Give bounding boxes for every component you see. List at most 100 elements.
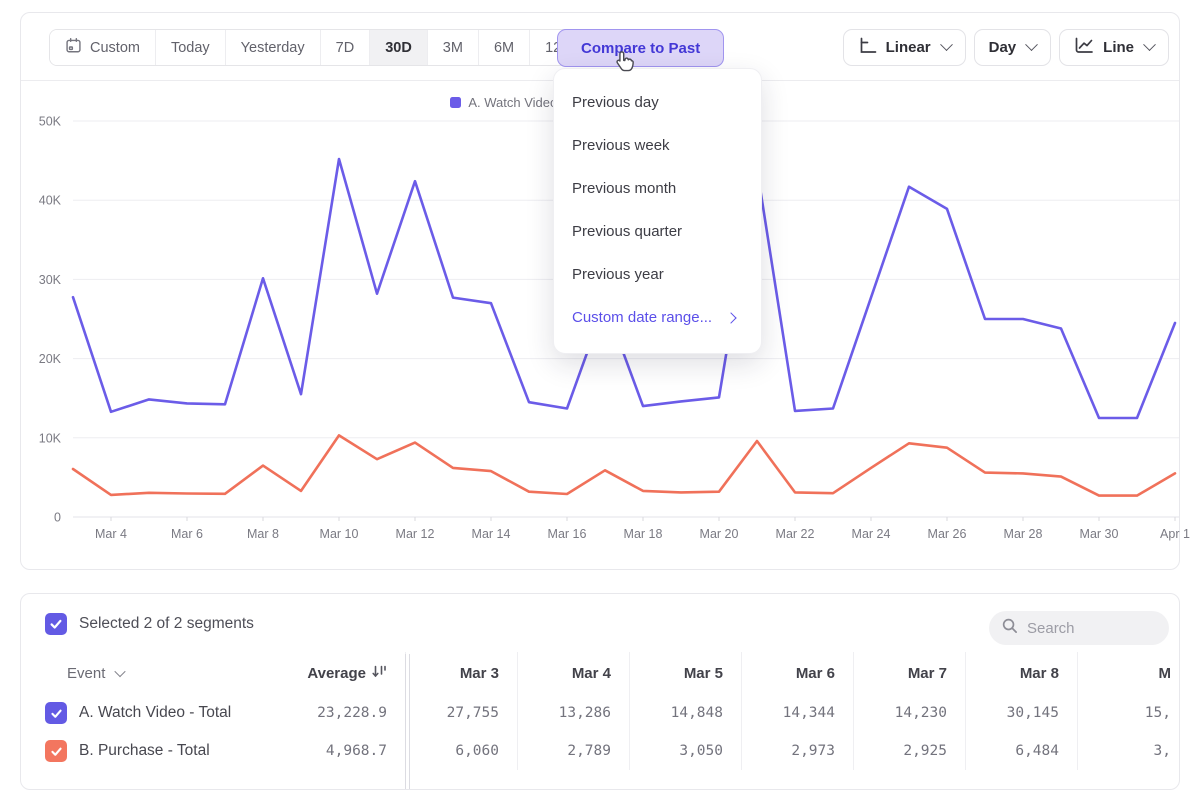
cell-value: 14,344 xyxy=(783,705,835,721)
svg-text:Mar 4: Mar 4 xyxy=(95,527,127,541)
range-option-custom[interactable]: Custom xyxy=(50,30,156,65)
value-cell: 2,973 xyxy=(741,732,853,770)
compare-to-past-button[interactable]: Compare to Past xyxy=(557,29,724,67)
value-cell: 14,230 xyxy=(853,694,965,732)
chevron-down-icon xyxy=(115,666,126,677)
column-header-date[interactable]: Mar 8 xyxy=(965,652,1077,694)
range-option-6m[interactable]: 6M xyxy=(479,30,530,65)
svg-text:Mar 6: Mar 6 xyxy=(171,527,203,541)
range-option-label: Today xyxy=(171,40,210,56)
cell-value: 6,060 xyxy=(455,743,499,759)
column-header-label: Mar 8 xyxy=(1020,665,1059,682)
column-header-label: M xyxy=(1159,665,1172,682)
linear-axis-icon xyxy=(858,37,877,58)
scale-select-button[interactable]: Linear xyxy=(843,29,966,66)
chart-type-label: Line xyxy=(1103,39,1134,56)
column-header-label: Mar 4 xyxy=(572,665,611,682)
range-option-yesterday[interactable]: Yesterday xyxy=(226,30,321,65)
column-header-date[interactable]: M xyxy=(1077,652,1180,694)
table-row: A. Watch Video - Total 23,228.9 27,755 13,2… xyxy=(21,694,1180,732)
value-cell: 27,755 xyxy=(405,694,517,732)
value-cell: 6,484 xyxy=(965,732,1077,770)
column-header-date[interactable]: Mar 7 xyxy=(853,652,965,694)
date-range-segmented-control: CustomTodayYesterday7D30D3M6M12M xyxy=(49,29,589,66)
search-input[interactable] xyxy=(1027,620,1157,637)
value-cell: 3,050 xyxy=(629,732,741,770)
granularity-select-button[interactable]: Day xyxy=(974,29,1052,66)
svg-text:10K: 10K xyxy=(39,431,62,445)
svg-text:Mar 12: Mar 12 xyxy=(396,527,435,541)
row-event-cell: A. Watch Video - Total xyxy=(21,694,259,732)
cell-value: 2,925 xyxy=(903,743,947,759)
column-header-event[interactable]: Event xyxy=(21,652,259,694)
value-cell: 3, xyxy=(1077,732,1180,770)
segment-checkbox[interactable] xyxy=(45,740,67,762)
svg-text:Mar 28: Mar 28 xyxy=(1004,527,1043,541)
svg-text:Mar 8: Mar 8 xyxy=(247,527,279,541)
segment-label: A. Watch Video - Total xyxy=(79,704,231,722)
range-option-30d[interactable]: 30D xyxy=(370,30,428,65)
value-cell: 2,925 xyxy=(853,732,965,770)
svg-text:Mar 30: Mar 30 xyxy=(1080,527,1119,541)
column-header-date[interactable]: Mar 3 xyxy=(405,652,517,694)
cell-value: 27,755 xyxy=(447,705,499,721)
svg-text:Mar 24: Mar 24 xyxy=(852,527,891,541)
svg-text:30K: 30K xyxy=(39,273,62,287)
cell-value: 3,050 xyxy=(679,743,723,759)
segments-summary: Selected 2 of 2 segments xyxy=(79,615,254,633)
average-cell: 4,968.7 xyxy=(259,732,405,770)
series-line[interactable] xyxy=(73,435,1175,495)
compare-to-past-menu: Previous day Previous weekPrevious month P… xyxy=(553,68,762,354)
cell-value: 13,286 xyxy=(559,705,611,721)
menu-item-previous-day[interactable]: Previous day xyxy=(554,81,761,124)
search-box[interactable] xyxy=(989,611,1169,645)
value-cell: 15, xyxy=(1077,694,1180,732)
menu-item-custom-date-range[interactable]: Custom date range... xyxy=(554,296,761,339)
cell-value: 2,789 xyxy=(567,743,611,759)
column-header-label: Average xyxy=(307,665,366,682)
cell-value: 15, xyxy=(1145,705,1171,721)
table-header-row: Event Average Mar 3 Mar 4 Mar 5 Mar 6 Mar 7 Mar… xyxy=(21,652,1180,694)
svg-text:Mar 18: Mar 18 xyxy=(624,527,663,541)
cell-value: 14,230 xyxy=(895,705,947,721)
svg-text:Mar 14: Mar 14 xyxy=(472,527,511,541)
range-option-today[interactable]: Today xyxy=(156,30,226,65)
chart-type-select-button[interactable]: Line xyxy=(1059,29,1169,66)
value-cell: 2,789 xyxy=(517,732,629,770)
chevron-down-icon xyxy=(1025,38,1038,51)
cell-value: 6,484 xyxy=(1015,743,1059,759)
select-all-checkbox[interactable] xyxy=(45,613,67,635)
segment-label: B. Purchase - Total xyxy=(79,742,210,760)
chart-options-group: Linear Day Line xyxy=(843,29,1169,66)
average-cell: 23,228.9 xyxy=(259,694,405,732)
value-cell: 13,286 xyxy=(517,694,629,732)
segments-card: Selected 2 of 2 segments Event Average Mar… xyxy=(20,593,1180,790)
column-header-label: Mar 7 xyxy=(908,665,947,682)
menu-item-previous-month[interactable]: Previous month xyxy=(554,167,761,210)
cell-value: 14,848 xyxy=(671,705,723,721)
column-header-date[interactable]: Mar 5 xyxy=(629,652,741,694)
segment-checkbox[interactable] xyxy=(45,702,67,724)
menu-item-previous-year[interactable]: Previous year xyxy=(554,253,761,296)
svg-text:0: 0 xyxy=(54,511,61,525)
menu-item-label: Previous day xyxy=(572,94,659,111)
column-header-date[interactable]: Mar 4 xyxy=(517,652,629,694)
range-option-label: 3M xyxy=(443,40,463,56)
average-value: 4,968.7 xyxy=(326,743,387,759)
column-header-average[interactable]: Average xyxy=(259,652,405,694)
line-chart-icon xyxy=(1074,37,1094,58)
value-cell: 14,848 xyxy=(629,694,741,732)
range-option-3m[interactable]: 3M xyxy=(428,30,479,65)
range-option-7d[interactable]: 7D xyxy=(321,30,371,65)
column-header-label: Mar 6 xyxy=(796,665,835,682)
menu-item-previous-quarter[interactable]: Previous quarter xyxy=(554,210,761,253)
svg-text:20K: 20K xyxy=(39,352,62,366)
value-cell: 30,145 xyxy=(965,694,1077,732)
chevron-down-icon xyxy=(940,38,953,51)
menu-item-previous-week[interactable]: Previous week xyxy=(554,124,761,167)
range-option-label: Yesterday xyxy=(241,40,305,56)
column-header-date[interactable]: Mar 6 xyxy=(741,652,853,694)
range-option-label: 7D xyxy=(336,40,355,56)
search-icon xyxy=(1001,617,1018,639)
menu-item-label: Previous quarter xyxy=(572,223,682,240)
